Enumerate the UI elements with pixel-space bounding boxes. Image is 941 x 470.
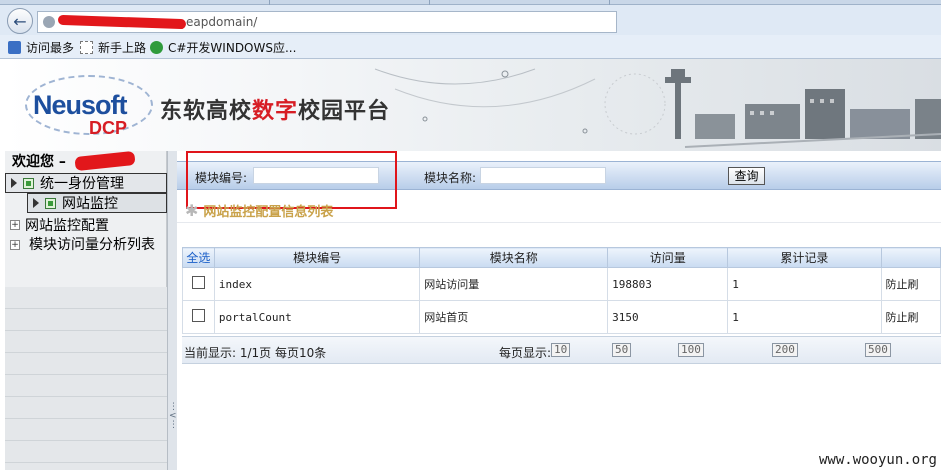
page-size-10[interactable]: 10 <box>551 343 571 357</box>
sidebar-blank-rows <box>5 287 167 470</box>
module-name-label: 模块名称: <box>424 171 477 185</box>
bookmark-most-visited[interactable]: 访问最多 <box>8 39 74 56</box>
sidebar-item-site-monitor-config[interactable]: + 网站监控配置 <box>5 215 167 235</box>
bookmark-page-icon <box>8 41 21 54</box>
column-header: 模块名称 <box>419 247 609 268</box>
module-name-input[interactable] <box>480 167 606 184</box>
back-arrow-icon: ← <box>13 11 27 31</box>
cell-module-name: 网站访问量 <box>419 267 609 301</box>
page-size-50[interactable]: 50 <box>612 343 632 357</box>
cell-records: 1 <box>727 300 882 334</box>
section-divider <box>177 222 941 223</box>
url-text: eapdomain/ <box>186 15 258 29</box>
bookmarks-bar: 访问最多 新手上路 C#开发WINDOWS应... <box>0 35 941 59</box>
column-header: 模块编号 <box>213 247 421 268</box>
page-size-200[interactable]: 200 <box>772 343 798 357</box>
expand-arrow-icon <box>33 198 39 208</box>
sidebar-item-identity-management[interactable]: 统一身份管理 <box>5 173 167 193</box>
plus-icon: + <box>10 220 20 230</box>
section-title: ✱ 网站监控配置信息列表 <box>185 201 334 220</box>
cell-records: 1 <box>727 267 882 301</box>
select-all-header[interactable]: 全选 <box>182 247 215 268</box>
address-bar: ← eapdomain/ <box>0 5 941 35</box>
column-header-extra <box>880 247 941 268</box>
site-banner: Neusoft DCP 东软高校数字校园平台 <box>5 59 941 151</box>
logo-subtext: DCP <box>89 118 128 138</box>
page-size-100[interactable]: 100 <box>678 343 704 357</box>
cell-visits: 3150 <box>607 300 729 334</box>
sidebar-item-site-monitor[interactable]: 网站监控 <box>27 193 167 213</box>
asterisk-icon: ✱ <box>185 201 199 220</box>
sidebar-splitter[interactable]: ⋮ < ⋮ <box>167 151 178 470</box>
campus-skyline-illustration <box>374 68 941 148</box>
cell-visits: 198803 <box>607 267 729 301</box>
row-checkbox-cell <box>182 267 215 301</box>
back-button[interactable]: ← <box>7 8 33 34</box>
watermark: www.wooyun.org <box>818 452 937 468</box>
globe-icon <box>43 16 55 28</box>
url-field[interactable]: eapdomain/ <box>37 11 617 33</box>
bookmark-csharp[interactable]: C#开发WINDOWS应... <box>150 39 296 56</box>
cell-module-code: portalCount <box>213 300 421 334</box>
page-size-label: 每页显示: <box>499 346 552 360</box>
logo-text: Neusoft <box>33 90 127 120</box>
neusoft-logo: Neusoft DCP <box>25 75 155 138</box>
welcome-text: 欢迎您 – <box>12 154 66 170</box>
bookmark-getting-started[interactable]: 新手上路 <box>80 39 146 56</box>
sidebar-item-module-visit-analysis[interactable]: + 模块访问量分析列表 <box>5 236 167 274</box>
pagination-status: 当前显示: 1/1页 每页10条 <box>184 346 327 360</box>
module-icon <box>45 197 56 209</box>
cell-extra: 防止刷 <box>880 267 941 301</box>
table-row: index 网站访问量 198803 1 防止刷 <box>182 267 941 301</box>
redaction-mark <box>74 150 136 172</box>
cell-module-code: index <box>213 267 421 301</box>
redaction-mark <box>57 14 187 30</box>
table-row: portalCount 网站首页 3150 1 防止刷 <box>182 300 941 334</box>
monitor-config-table: 全选 模块编号 模块名称 访问量 累计记录 index 网站访问量 198803… <box>182 247 941 334</box>
column-header: 访问量 <box>607 247 729 268</box>
row-checkbox[interactable] <box>192 309 205 322</box>
bookmark-dashed-icon <box>80 41 93 54</box>
sidebar: 欢迎您 – 统一身份管理 网站监控 + 网站监控配置 + 模块访问量分析列表 <box>5 150 167 470</box>
expand-arrow-icon <box>11 178 17 188</box>
cell-extra: 防止刷 <box>880 300 941 334</box>
cell-module-name: 网站首页 <box>419 300 609 334</box>
page-size-500[interactable]: 500 <box>865 343 891 357</box>
table-header-row: 全选 模块编号 模块名称 访问量 累计记录 <box>182 247 941 268</box>
query-button[interactable]: 查询 <box>728 167 765 185</box>
row-checkbox[interactable] <box>192 276 205 289</box>
module-icon <box>23 177 34 189</box>
main-content: 模块编号: 模块名称: 查询 ✱ 网站监控配置信息列表 全选 模块编号 模块名称… <box>177 151 941 470</box>
row-checkbox-cell <box>182 300 215 334</box>
column-header: 累计记录 <box>727 247 882 268</box>
pagination-bar: 当前显示: 1/1页 每页10条 每页显示: 10 50 100 200 500 <box>182 336 941 364</box>
bookmark-green-icon <box>150 41 163 54</box>
